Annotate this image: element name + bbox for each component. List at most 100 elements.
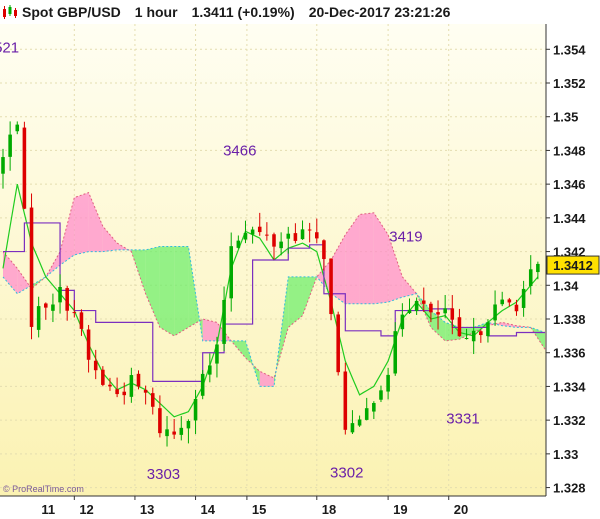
y-tick-label: 1.346: [553, 177, 586, 192]
x-tick-label: 14: [201, 502, 216, 517]
candle-body-up: [500, 299, 504, 305]
price-annotation: 3419: [389, 228, 422, 245]
candle-body-up: [528, 269, 533, 287]
x-tick-label: 12: [79, 502, 93, 517]
y-tick-label: 1.33: [553, 447, 578, 462]
x-tick-label: 20: [454, 502, 468, 517]
candle-body-up: [186, 420, 191, 429]
candle-body-down: [65, 288, 69, 311]
candle-body-down: [122, 391, 127, 396]
candle-body-up: [364, 408, 369, 420]
candle-body-down: [315, 232, 319, 239]
candle-body-down: [72, 312, 77, 314]
candle-body-up: [357, 419, 362, 426]
candle-body-down: [336, 314, 340, 373]
candle-body-up: [279, 241, 283, 249]
y-tick-label: 1.35: [553, 110, 578, 125]
candle-body-up: [179, 427, 184, 435]
candle-body-up: [200, 373, 205, 396]
candle-body-down: [329, 258, 333, 315]
candle-body-up: [15, 124, 20, 132]
y-tick-label: 1.338: [553, 312, 586, 327]
candle-body-up: [521, 288, 526, 308]
price-annotation: 3331: [446, 411, 479, 428]
candle-body-down: [93, 360, 98, 371]
x-tick-label: 11: [41, 502, 55, 517]
candle-body-up: [464, 337, 469, 340]
last-price-marker: 1.3412: [546, 255, 600, 275]
candle-body-down: [86, 329, 91, 360]
candle-body-up: [58, 286, 62, 303]
candle-body-down: [158, 408, 162, 434]
candle-body-up: [471, 330, 476, 342]
y-tick-label: 1.34: [553, 278, 579, 293]
price-annotation: 3302: [330, 464, 363, 481]
candle-body-up: [193, 398, 198, 421]
candle-body-up: [215, 344, 219, 364]
y-tick-label: 1.354: [553, 42, 586, 57]
candle-body-down: [22, 127, 27, 209]
candle-body-up: [165, 429, 169, 437]
candle-body-down: [436, 312, 440, 315]
x-tick-label: 18: [322, 502, 336, 517]
candle-body-up: [400, 314, 405, 330]
price-annotation: 521: [0, 40, 19, 57]
candle-body-down: [343, 371, 348, 430]
candle-body-down: [293, 233, 298, 241]
candle-body-down: [101, 369, 105, 385]
candle-body-down: [450, 308, 455, 320]
y-tick-label: 1.352: [553, 76, 586, 91]
last-price-label: 1.3412: [553, 258, 593, 273]
x-tick-label: 15: [252, 502, 266, 517]
candle-body-up: [51, 304, 55, 311]
cloud-segment-bearish: [74, 192, 89, 255]
y-tick-label: 1.334: [553, 379, 586, 394]
candle-body-down: [257, 226, 262, 233]
candle-body-up: [286, 233, 291, 239]
cloud-segment-bearish: [359, 212, 374, 304]
candle-body-up: [129, 375, 134, 397]
candle-body-down: [421, 300, 426, 304]
candle-body-down: [29, 207, 34, 327]
candle-body-down: [322, 240, 326, 260]
candle-body-down: [44, 303, 48, 308]
candle-body-up: [8, 134, 12, 157]
cloud-segment-bullish: [159, 246, 175, 336]
cloud-segment-bullish: [174, 246, 189, 336]
candle-body-up: [229, 246, 233, 299]
price-chart[interactable]: 521 3466 3419 3331 3303 3302 1.328 1.33 1.332 1.…: [0, 0, 600, 519]
candle-body-up: [350, 423, 355, 433]
candle-body-down: [108, 384, 112, 387]
candle-body-down: [115, 389, 119, 395]
candle-body-up: [414, 300, 419, 312]
candle-body-up: [393, 331, 398, 374]
candle-body-up: [443, 308, 447, 314]
candle-body-up: [379, 390, 383, 400]
candle-body-up: [386, 374, 390, 392]
candle-body-up: [493, 304, 497, 321]
candle-body-up: [486, 322, 490, 337]
candle-body-up: [372, 402, 376, 412]
candle-body-up: [536, 263, 540, 273]
candle-body-down: [457, 317, 462, 337]
y-tick-label: 1.328: [553, 481, 586, 496]
candle-body-up: [407, 309, 412, 314]
candle-body-down: [136, 373, 141, 387]
candle-body-up: [300, 229, 305, 240]
chart-widget: Spot GBP/USD 1 hour 1.3411 (+0.19%) 20-D…: [0, 0, 600, 519]
candle-body-down: [79, 312, 84, 329]
x-tick-label: 19: [393, 502, 407, 517]
y-tick-label: 1.344: [553, 211, 586, 226]
candle-body-up: [236, 240, 241, 248]
candle-body-up: [222, 299, 226, 344]
y-tick-label: 1.348: [553, 143, 586, 158]
x-tick-label: 13: [140, 502, 154, 517]
candle-body-up: [1, 157, 5, 174]
candle-body-down: [272, 234, 276, 247]
price-annotation: 3466: [223, 142, 256, 159]
y-tick-label: 1.332: [553, 413, 586, 428]
candle-body-up: [36, 306, 41, 330]
candle-body-down: [429, 303, 433, 313]
candle-body-down: [307, 229, 312, 231]
price-annotation: 3303: [147, 466, 180, 483]
